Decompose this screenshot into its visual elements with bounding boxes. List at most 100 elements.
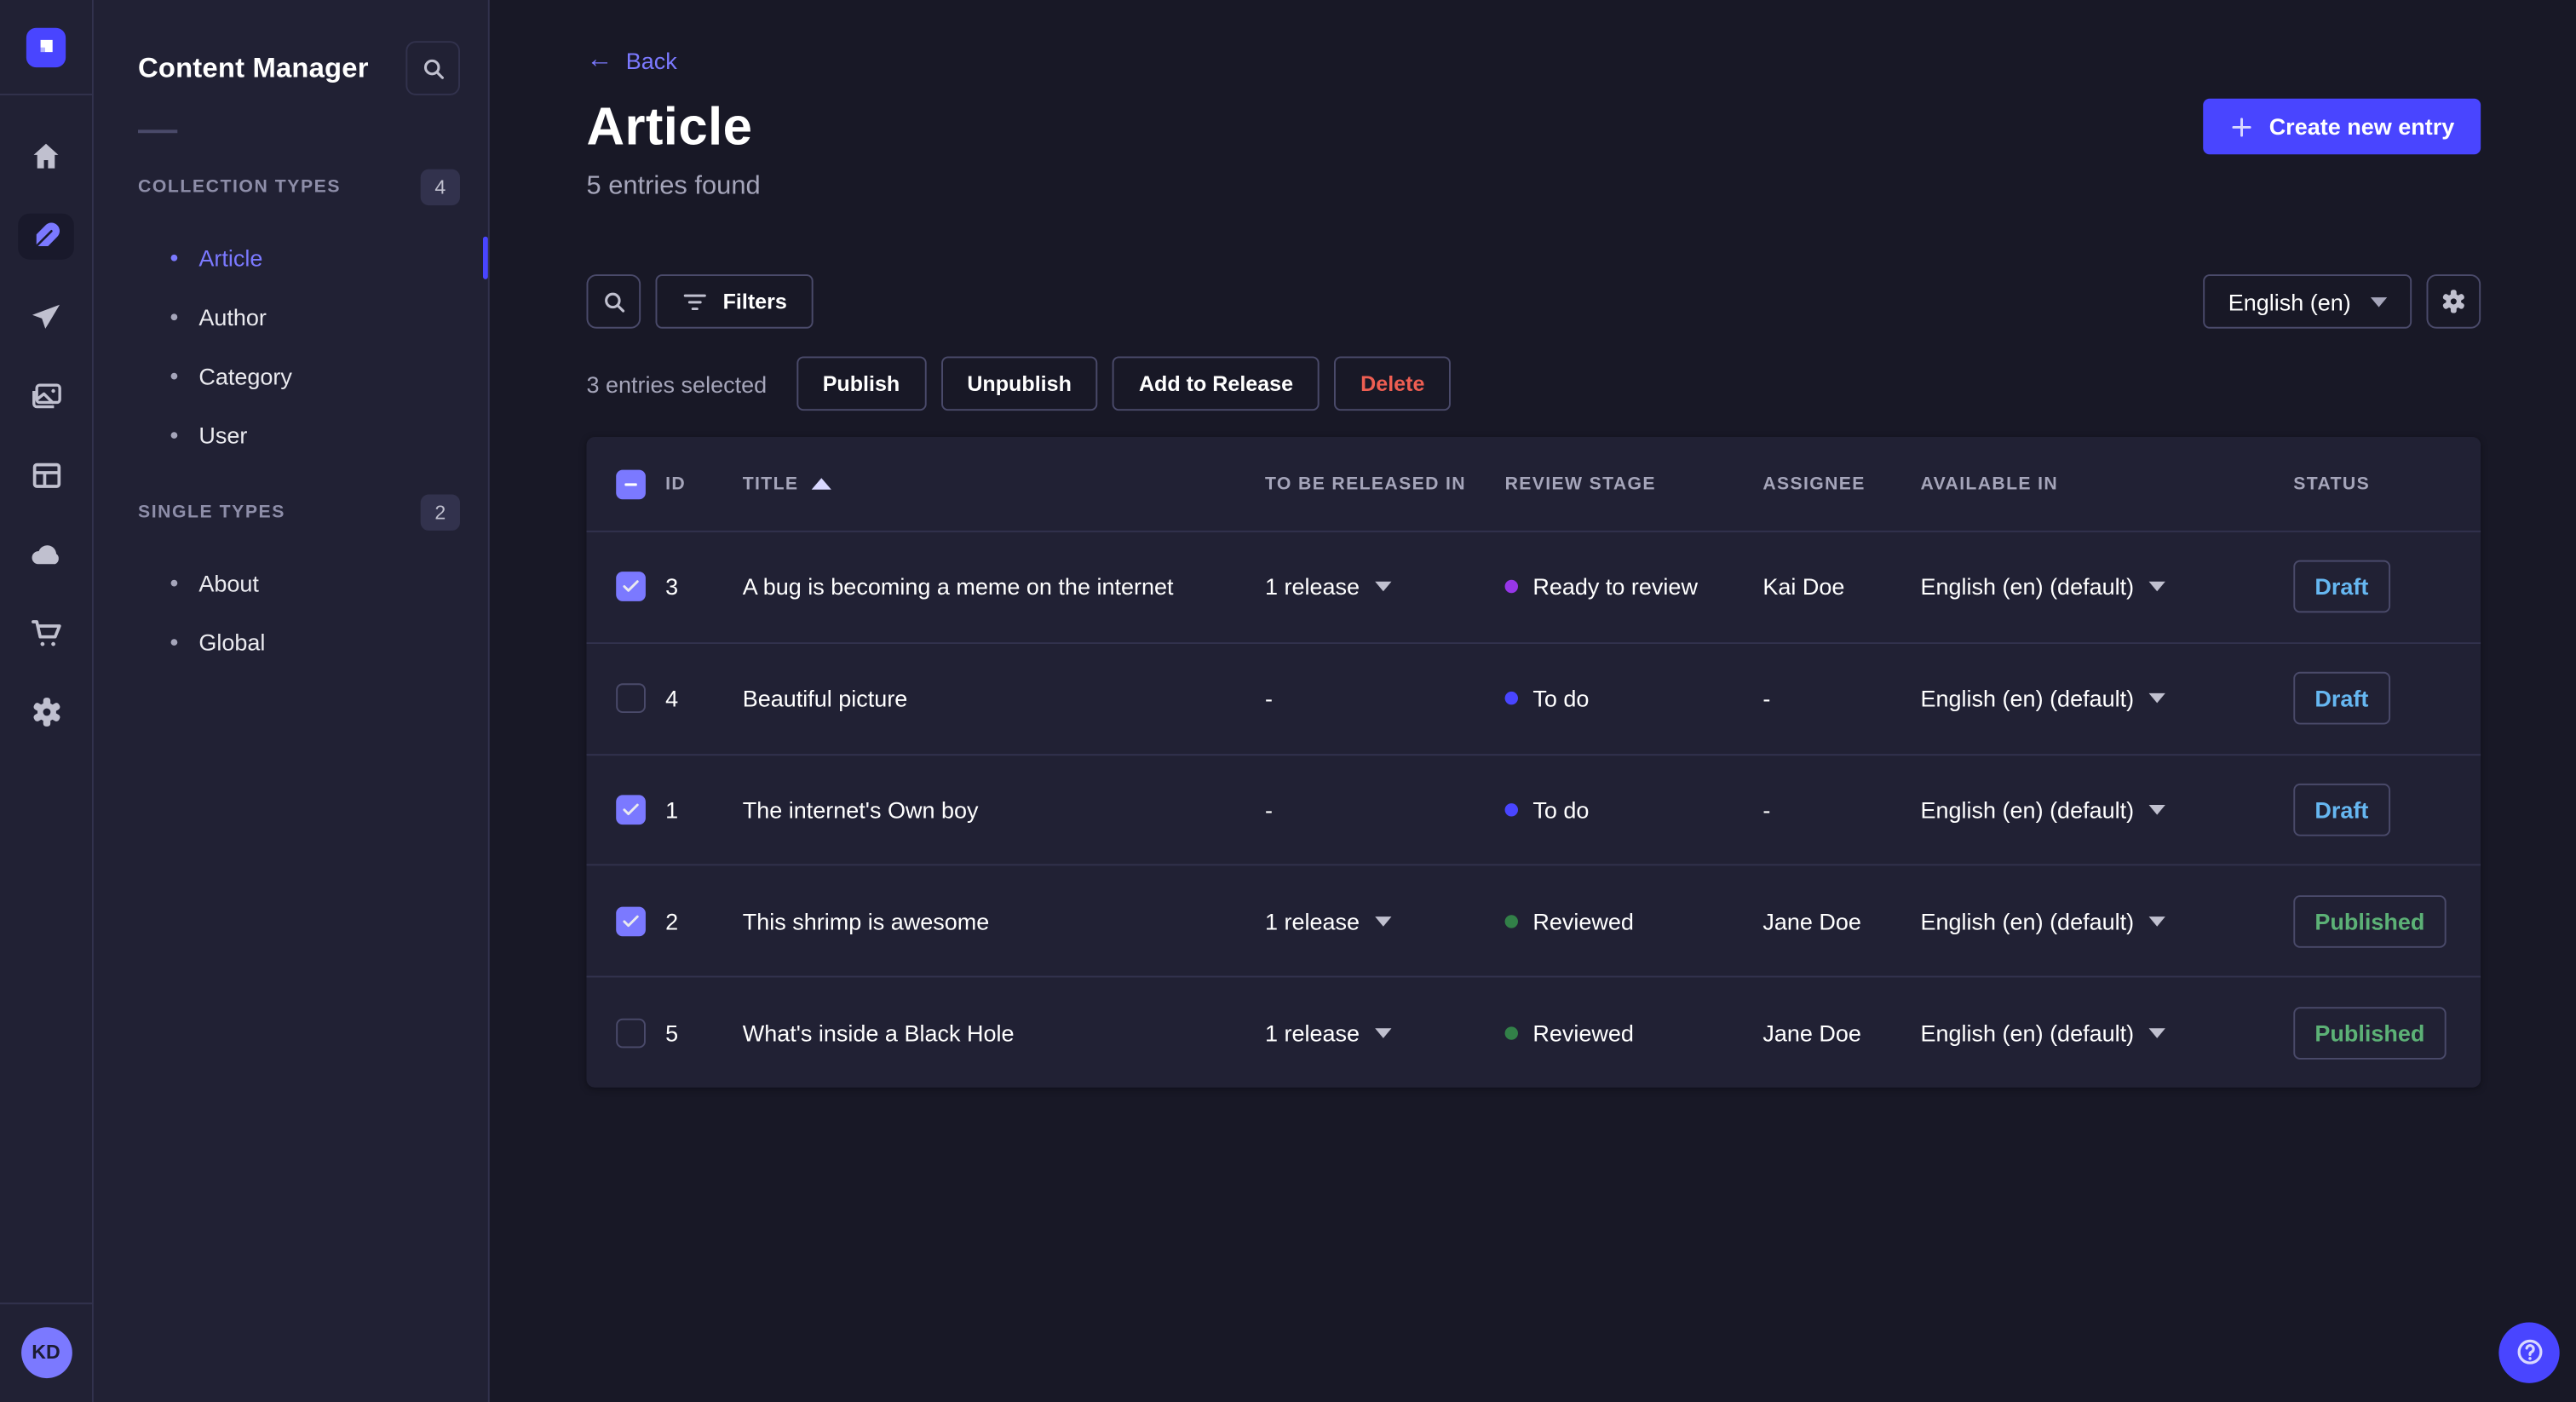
cell-status: Draft [2293,783,2481,836]
cell-title: What's inside a Black Hole [742,1019,1015,1046]
sidebar-item-label: Article [198,244,263,272]
column-header-assignee[interactable]: ASSIGNEE [1762,474,1920,493]
selection-count-text: 3 entries selected [586,370,768,397]
column-header-available-in[interactable]: AVAILABLE IN [1920,474,2293,493]
cell-review-stage: To do [1504,686,1763,711]
home-icon[interactable] [25,135,67,177]
search-icon [604,291,624,312]
cell-id: 3 [665,573,679,600]
column-header-title[interactable]: TITLE [743,474,1265,494]
single-types-section: SINGLE TYPES 2 About Global [94,494,488,671]
add-to-release-button[interactable]: Add to Release [1113,356,1320,411]
cell-available-in[interactable]: English (en) (default) [1920,796,2293,823]
select-all-checkbox[interactable] [616,468,646,499]
cell-available-in[interactable]: English (en) (default) [1920,686,2293,711]
stage-dot-icon [1504,1026,1518,1039]
help-button[interactable] [2498,1321,2560,1382]
search-icon [423,58,444,78]
status-badge: Draft [2293,672,2390,725]
sidebar-rule [137,129,178,134]
feather-icon[interactable] [18,213,74,260]
row-checkbox[interactable] [616,795,646,825]
cell-status: Published [2293,894,2481,948]
stage-dot-icon [1504,803,1518,817]
cart-icon[interactable] [25,611,67,653]
cell-review-stage: To do [1504,796,1763,823]
sidebar-item-category[interactable]: Category [94,347,488,405]
table-search-button[interactable] [586,274,641,329]
sidebar-item-article[interactable]: Article [94,228,488,287]
publish-button[interactable]: Publish [796,356,927,411]
table-row[interactable]: 4 Beautiful picture - To do - English (e… [586,641,2481,754]
column-header-status[interactable]: STATUS [2293,474,2481,493]
media-images-icon[interactable] [25,375,67,417]
cell-available-in[interactable]: English (en) (default) [1920,574,2293,600]
sidebar-search-button[interactable] [405,41,460,95]
cell-to-be-released-in[interactable]: 1 release [1265,574,1505,600]
cell-assignee: Jane Doe [1762,908,1861,934]
cloud-icon[interactable] [25,532,67,575]
gear-icon [2442,290,2464,313]
view-settings-button[interactable] [2426,274,2481,329]
question-circle-icon [2516,1339,2542,1365]
cell-title: This shrimp is awesome [742,908,990,934]
cell-to-be-released-in[interactable]: 1 release [1265,1020,1505,1046]
paper-plane-icon[interactable] [25,296,67,338]
selection-bar: 3 entries selected Publish Unpublish Add… [586,356,2481,411]
sidebar-item-author[interactable]: Author [94,287,488,346]
app-window: KD Content Manager COLLECTION TYPES 4 Ar… [0,0,2576,1402]
gear-icon[interactable] [25,690,67,733]
back-arrow-icon: ← [586,45,613,74]
back-link[interactable]: ← Back [586,45,677,74]
chevron-down-icon [1374,1027,1391,1038]
table-row[interactable]: 3 A bug is becoming a meme on the intern… [586,530,2481,642]
bullet-icon [170,579,178,587]
cell-available-in[interactable]: English (en) (default) [1920,908,2293,934]
delete-button[interactable]: Delete [1334,356,1452,411]
cell-assignee: - [1762,796,1771,824]
unpublish-button[interactable]: Unpublish [940,356,1098,411]
toolbar: Filters English (en) [586,274,2481,329]
row-checkbox[interactable] [616,683,646,714]
section-label: COLLECTION TYPES [137,177,342,198]
row-checkbox[interactable] [616,572,646,602]
filters-button[interactable]: Filters [655,274,814,329]
cell-to-be-released-in[interactable]: 1 release [1265,908,1505,934]
filter-icon [683,293,706,310]
column-header-review-stage[interactable]: REVIEW STAGE [1505,474,1763,493]
table-row[interactable]: 1 The internet's Own boy - To do - Engli… [586,753,2481,865]
row-checkbox[interactable] [616,1017,646,1048]
cell-title: A bug is becoming a meme on the internet [742,573,1174,600]
column-header-id[interactable]: ID [665,474,743,493]
locale-select[interactable]: English (en) [2203,274,2412,329]
cell-assignee: Kai Doe [1762,573,1845,600]
sidebar-item-label: User [198,422,248,449]
filters-label: Filters [722,289,787,314]
chevron-down-icon [2148,693,2165,704]
content-manager-sidebar: Content Manager COLLECTION TYPES 4 Artic… [93,0,490,1402]
sidebar-item-about[interactable]: About [94,554,488,612]
table-row[interactable]: 5 What's inside a Black Hole 1 release R… [586,975,2481,1088]
cell-to-be-released-in[interactable]: - [1265,796,1505,823]
back-label: Back [625,47,677,74]
cell-available-in[interactable]: English (en) (default) [1920,1020,2293,1046]
layout-icon[interactable] [25,453,67,496]
cell-status: Draft [2293,672,2481,725]
stage-dot-icon [1504,580,1518,594]
sidebar-item-global[interactable]: Global [94,612,488,671]
sidebar-item-user[interactable]: User [94,405,488,464]
table-row[interactable]: 2 This shrimp is awesome 1 release Revie… [586,865,2481,976]
column-header-release[interactable]: TO BE RELEASED IN [1265,474,1505,493]
row-checkbox[interactable] [616,906,646,936]
stage-dot-icon [1504,914,1518,928]
user-avatar[interactable]: KD [20,1326,72,1378]
create-new-entry-button[interactable]: Create new entry [2203,98,2481,155]
collection-types-section: COLLECTION TYPES 4 Article Author Catego… [94,169,488,465]
entries-count: 5 entries found [586,172,761,201]
cell-to-be-released-in[interactable]: - [1265,686,1505,712]
strapi-logo-icon[interactable] [26,27,66,68]
main-content: ← Back Article 5 entries found Create ne… [490,0,2576,1402]
sidebar-item-label: Author [198,303,267,330]
cell-id: 2 [665,908,679,934]
section-count-badge: 2 [420,494,460,531]
